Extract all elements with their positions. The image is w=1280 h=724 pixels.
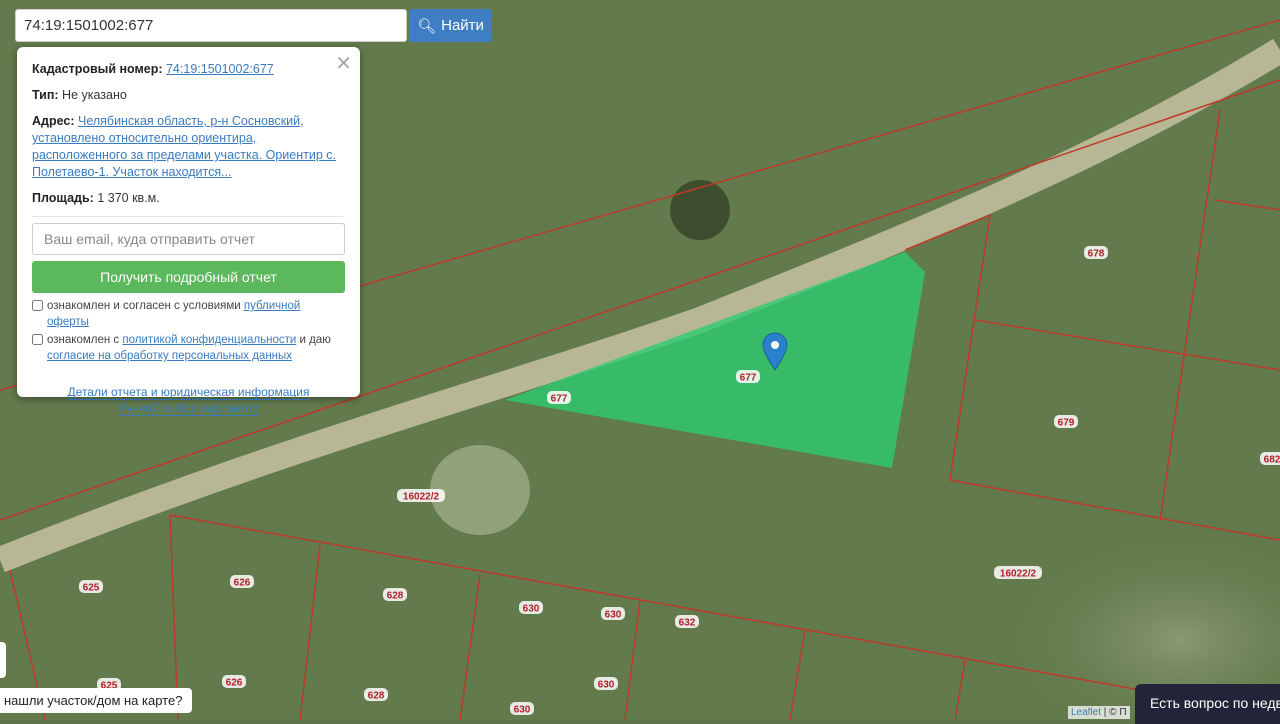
close-icon[interactable]: ✕	[335, 51, 352, 76]
cadastral-number-link[interactable]: 74:19:1501002:677	[166, 62, 274, 76]
map-control[interactable]	[0, 642, 6, 678]
parcel-label[interactable]: 677	[551, 394, 568, 405]
parcel-label[interactable]: 625	[83, 583, 100, 594]
search-button[interactable]: 🔍︎ Найти	[409, 9, 492, 42]
email-input[interactable]	[32, 223, 345, 255]
parcel-label[interactable]: 628	[368, 691, 385, 702]
parcel-label[interactable]: 626	[226, 678, 243, 689]
address-link[interactable]: Челябинская область, р-н Сосновский, уст…	[32, 114, 336, 179]
parcel-label[interactable]: 628	[387, 591, 404, 602]
hint-tooltip[interactable]: нашли участок/дом на карте?	[0, 688, 193, 713]
privacy-link[interactable]: политикой конфиденциальности	[122, 334, 296, 346]
parcel-label[interactable]: 630	[598, 680, 615, 691]
parcel-label[interactable]: 626	[234, 578, 251, 589]
leaflet-link[interactable]: Leaflet	[1071, 707, 1101, 718]
manual-selection-link[interactable]: Ручной выбор вариантов	[118, 401, 259, 416]
get-report-button[interactable]: Получить подробный отчет	[32, 261, 345, 293]
parcel-label[interactable]: 678	[1088, 249, 1105, 260]
details-link[interactable]: Детали отчета и юридическая информация	[67, 385, 310, 400]
parcel-label[interactable]: 630	[514, 705, 531, 716]
offer-checkbox[interactable]	[32, 300, 43, 311]
parcel-label[interactable]: 677	[740, 373, 757, 384]
privacy-checkbox[interactable]	[32, 334, 43, 345]
divider	[32, 216, 345, 217]
parcel-label[interactable]: 679	[1058, 418, 1075, 429]
attribution: Leaflet | © П	[1068, 706, 1130, 719]
chat-widget[interactable]: Есть вопрос по недвижимости?	[1135, 684, 1280, 724]
parcel-label[interactable]: 630	[605, 610, 622, 621]
parcel-label[interactable]: 16022/2	[403, 492, 440, 503]
parcel-info-popup: ✕ Кадастровый номер: 74:19:1501002:677 Т…	[17, 47, 360, 416]
parcel-label[interactable]: 682	[1264, 455, 1280, 466]
search-icon: 🔍︎	[417, 17, 437, 35]
parcel-label[interactable]: 630	[523, 604, 540, 615]
cadastral-search-input[interactable]	[15, 9, 407, 42]
parcel-label[interactable]: 632	[679, 618, 696, 629]
consent-link[interactable]: согласие на обработку персональных данны…	[47, 350, 292, 362]
parcel-label[interactable]: 16022/2	[1000, 569, 1037, 580]
